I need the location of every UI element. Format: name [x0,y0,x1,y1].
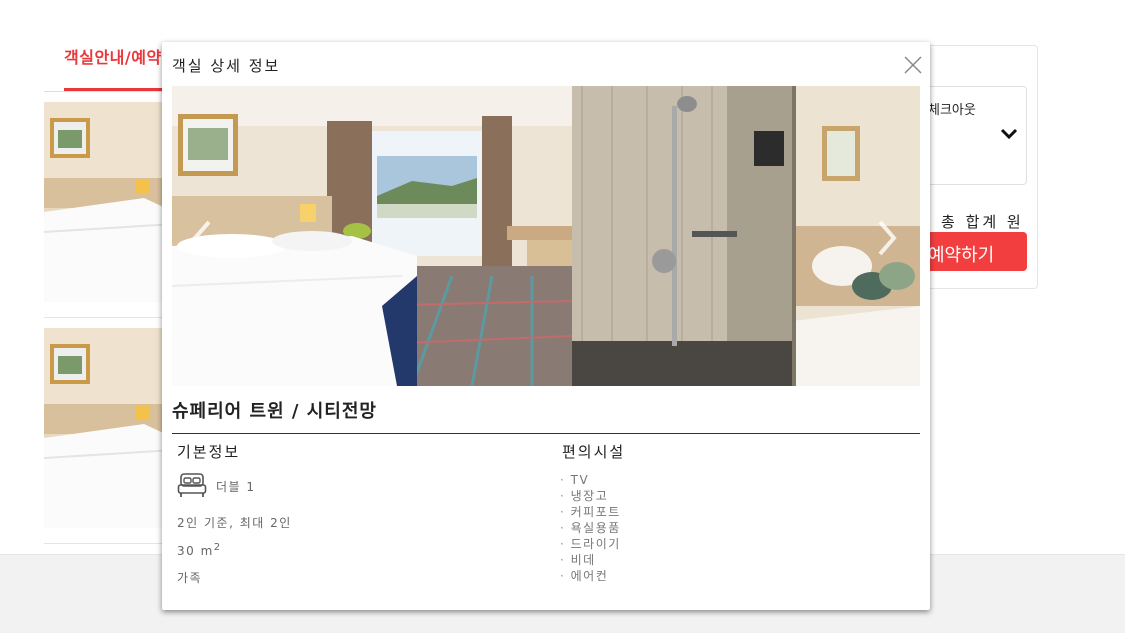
amenity-item: 커피포트 [560,504,621,520]
room-size-unit: 2 [213,542,222,553]
amenity-item: TV [560,472,621,488]
room-size: 30 m2 [177,542,222,558]
amenity-item: 비데 [560,552,621,568]
amenities-heading: 편의시설 [562,443,626,461]
room-separator [44,543,174,544]
section-divider [172,433,920,434]
room-photo [572,86,920,386]
amenity-item: 에어컨 [560,568,621,584]
close-icon[interactable] [903,55,923,75]
chevron-left-icon[interactable] [187,218,217,258]
checkout-label: 체크아웃 [928,103,976,118]
amenity-item: 욕실용품 [560,520,621,536]
basic-info-heading: 기본정보 [177,443,241,461]
chevron-right-icon[interactable] [872,218,902,258]
book-button[interactable]: 예약하기 [920,232,1027,271]
chevron-down-icon[interactable] [998,122,1020,144]
modal-title: 객실 상세 정보 [172,57,281,75]
amenities-list: TV 냉장고 커피포트 욕실용품 드라이기 비데 에어컨 [560,472,621,584]
tab-room-reservation[interactable]: 객실안내/예약 [64,44,162,68]
amenity-item: 냉장고 [560,488,621,504]
tab-divider [44,91,174,92]
room-photo [172,86,572,386]
room-size-value: 30 m [177,544,214,558]
book-button-label: 예약하기 [928,245,995,266]
room-name: 슈페리어 트윈 / 시티전망 [172,401,377,422]
occupancy: 2인 기준, 최대 2인 [177,516,292,530]
room-photo-gallery[interactable] [172,86,920,386]
bed-type: 더블 1 [216,480,256,494]
room-thumbnail[interactable] [44,328,174,528]
bed-icon [177,473,207,497]
tab-active-indicator [64,88,174,91]
total-price: 총 합계 원 [941,213,1024,231]
room-category: 가족 [177,571,203,585]
amenity-item: 드라이기 [560,536,621,552]
room-separator [44,317,174,318]
room-thumbnail[interactable] [44,102,174,302]
room-detail-modal: 객실 상세 정보 슈페리어 트윈 / 시티전망 기본정보 더블 1 2인 기준,… [162,42,930,610]
